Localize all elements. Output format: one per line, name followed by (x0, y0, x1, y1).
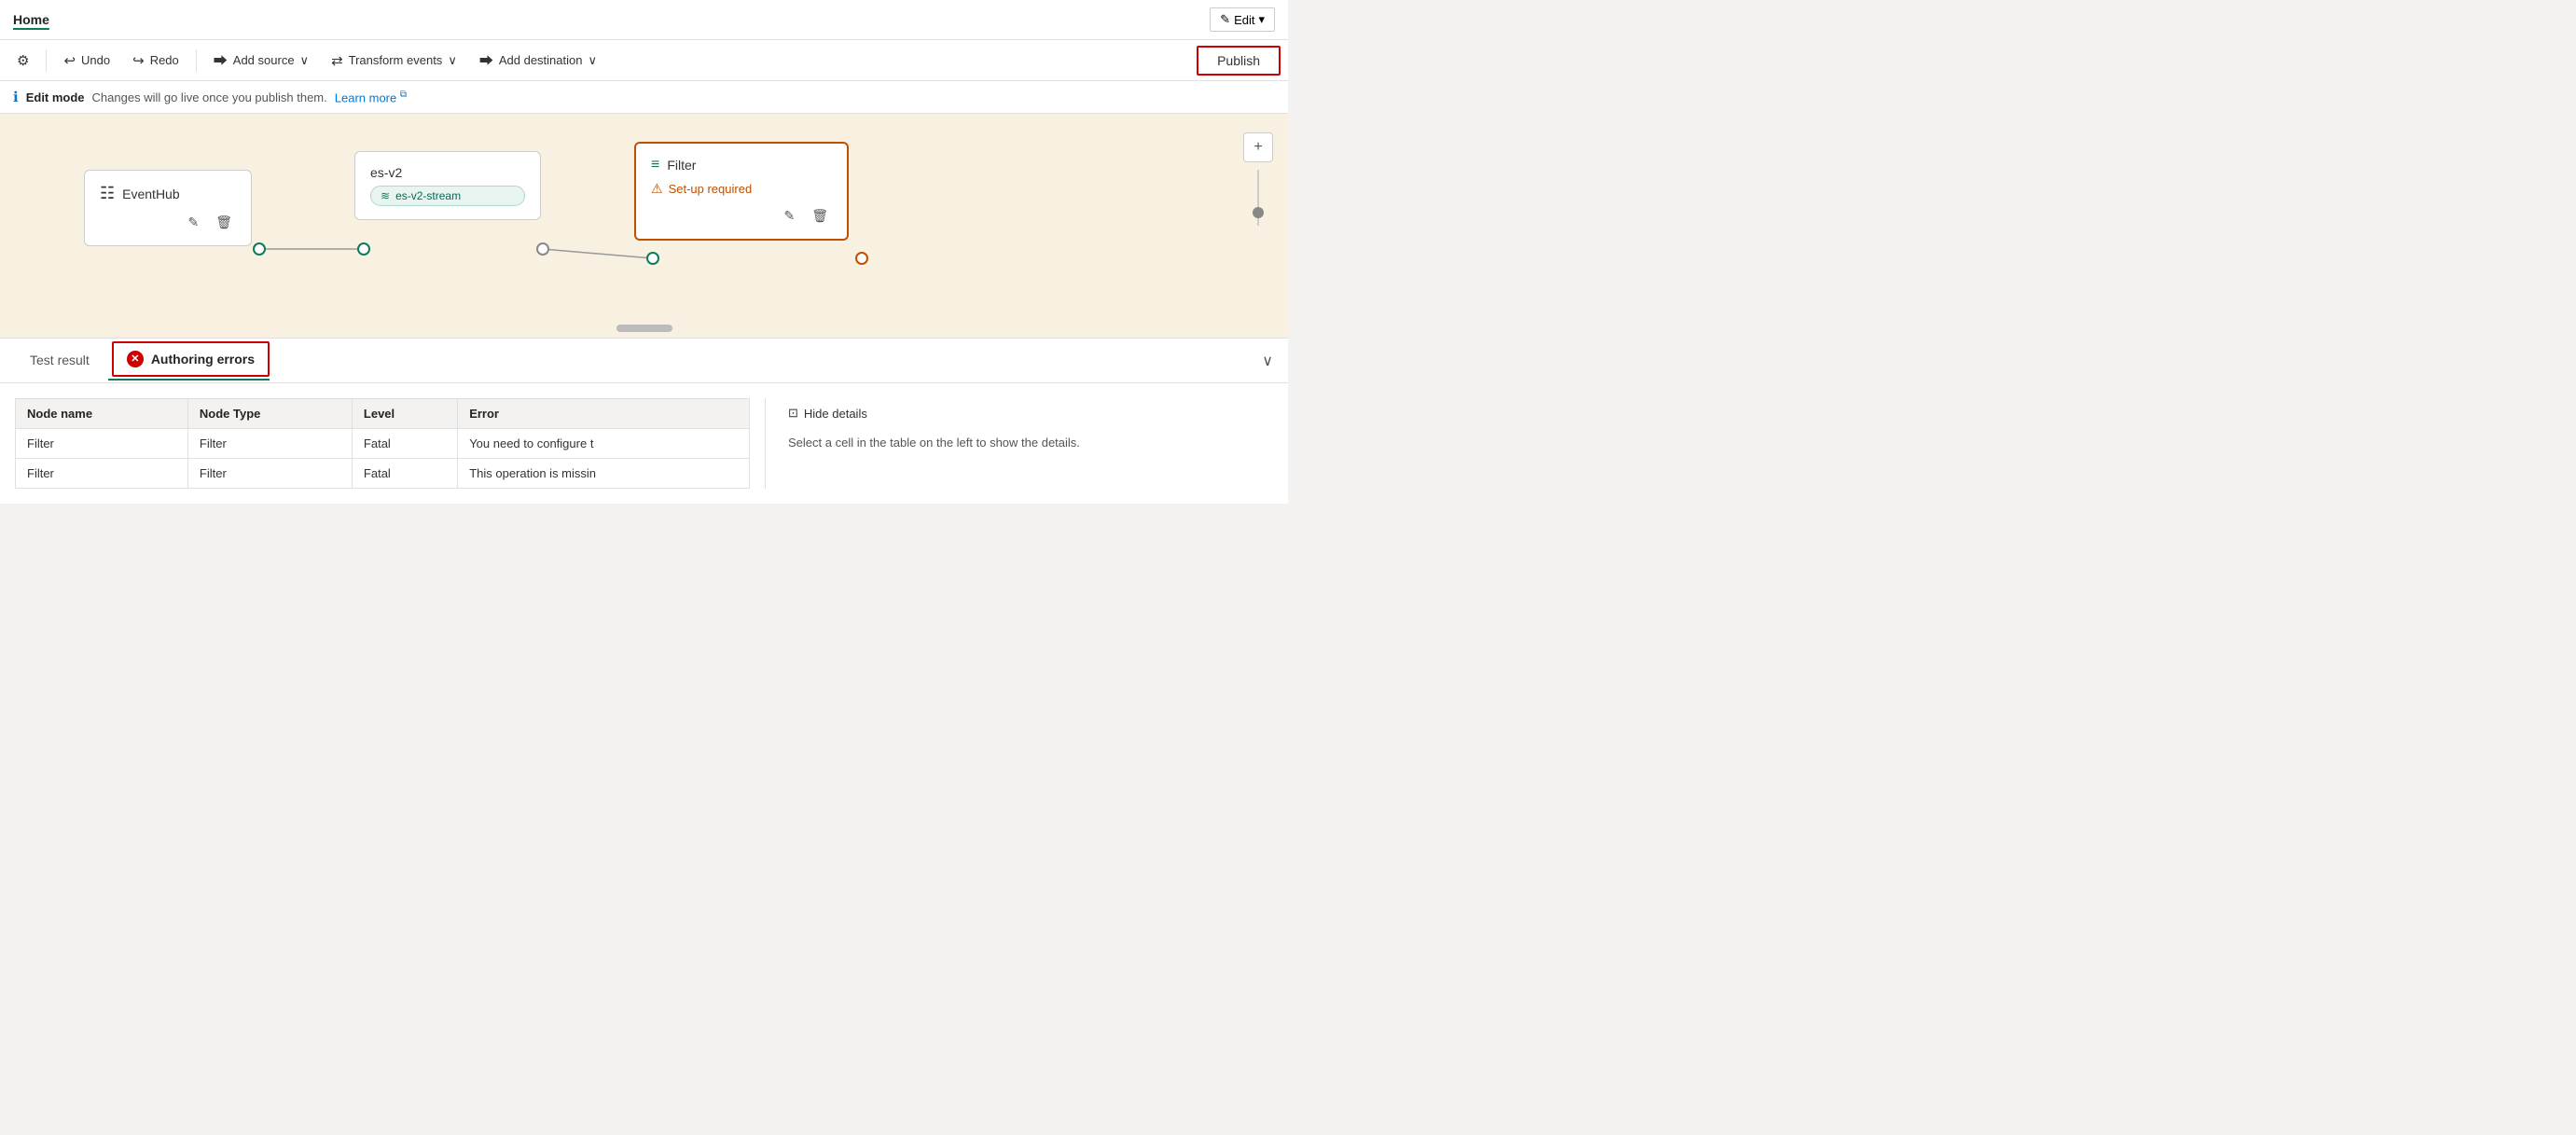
stream-icon: ≋ (381, 189, 390, 202)
col-node-name: Node name (16, 399, 188, 429)
filter-icon: ≡ (651, 157, 659, 173)
collapse-button[interactable]: ∨ (1262, 352, 1273, 370)
authoring-errors-label: Authoring errors (151, 352, 255, 367)
settings-icon: ⚙ (17, 52, 29, 69)
transform-chevron-icon: ∨ (448, 53, 457, 68)
hide-details-label: Hide details (804, 407, 867, 421)
row2-level: Fatal (352, 459, 457, 489)
zoom-controls: + (1243, 132, 1273, 229)
eventhub-actions: ✎ 🗑 (100, 213, 236, 232)
details-message: Select a cell in the table on the left t… (788, 436, 1266, 450)
external-link-icon: ⧉ (400, 90, 407, 100)
add-source-chevron-icon: ∨ (300, 53, 310, 68)
es-node: es-v2 ≋ es-v2-stream (354, 151, 541, 220)
filter-label: Filter (667, 158, 696, 173)
app-title: Home (13, 12, 49, 27)
zoom-in-button[interactable]: + (1243, 132, 1273, 162)
authoring-tab-underline (108, 379, 270, 381)
table-header-row: Node name Node Type Level Error (16, 399, 750, 429)
filter-actions: ✎ 🗑 (651, 206, 832, 226)
add-source-button[interactable]: ⮕ Add source ∨ (204, 45, 318, 76)
bottom-panel: Test result ✕ Authoring errors ∨ Node na… (0, 338, 1288, 504)
learn-more-link[interactable]: Learn more ⧉ (335, 90, 407, 104)
scroll-indicator (616, 325, 672, 332)
test-result-label: Test result (30, 353, 90, 367)
eventhub-title: ☷ EventHub (100, 184, 236, 203)
setup-required-label: Set-up required (669, 182, 753, 196)
info-bar: ℹ Edit mode Changes will go live once yo… (0, 81, 1288, 114)
filter-title: ≡ Filter (651, 157, 832, 173)
row1-node-name: Filter (16, 429, 188, 459)
edit-mode-label: Edit mode (26, 90, 85, 104)
es-title: es-v2 (370, 165, 525, 180)
stream-label: es-v2-stream (395, 189, 461, 202)
es-label: es-v2 (370, 165, 402, 180)
warning-triangle-icon: ⚠ (651, 181, 663, 197)
hide-details-button[interactable]: ⊡ Hide details (788, 406, 867, 421)
edit-button[interactable]: ✎ Edit ▾ (1210, 7, 1275, 32)
info-message: Changes will go live once you publish th… (92, 90, 327, 104)
table-row[interactable]: Filter Filter Fatal This operation is mi… (16, 459, 750, 489)
filter-edit-button[interactable]: ✎ (780, 206, 798, 226)
eventhub-delete-button[interactable]: 🗑 (212, 213, 236, 232)
table-area: Node name Node Type Level Error Filter F… (0, 383, 1288, 504)
eventhub-edit-button[interactable]: ✎ (184, 213, 202, 232)
add-source-icon: ⮕ (214, 50, 228, 70)
header-area: Home ✎ Edit ▾ (0, 0, 1288, 40)
stream-badge: ≋ es-v2-stream (370, 186, 525, 206)
undo-label: Undo (81, 53, 110, 67)
chevron-icon: ▾ (1258, 12, 1265, 27)
add-destination-label: Add destination (499, 53, 583, 67)
toolbar-divider-1 (46, 49, 47, 72)
publish-button[interactable]: Publish (1197, 46, 1281, 76)
canvas: ☷ EventHub ✎ 🗑 es-v2 ≋ es-v2-stream ≡ Fi… (0, 114, 1288, 338)
tab-test-result[interactable]: Test result (15, 341, 104, 381)
redo-label: Redo (150, 53, 179, 67)
row1-error: You need to configure t (458, 429, 750, 459)
details-panel: ⊡ Hide details Select a cell in the tabl… (765, 398, 1288, 489)
eventhub-node: ☷ EventHub ✎ 🗑 (84, 170, 252, 246)
row2-node-name: Filter (16, 459, 188, 489)
row2-node-type: Filter (187, 459, 352, 489)
eventhub-label: EventHub (122, 187, 179, 201)
undo-icon: ↩ (63, 52, 76, 69)
add-destination-chevron-icon: ∨ (588, 53, 597, 68)
eventhub-icon: ☷ (100, 184, 115, 203)
add-destination-icon: ⮕ (479, 50, 493, 70)
transform-events-button[interactable]: ⇄ Transform events ∨ (322, 47, 466, 75)
redo-button[interactable]: ↪ Redo (123, 47, 188, 75)
transform-label: Transform events (349, 53, 443, 67)
toolbar: ⚙ ↩ Undo ↪ Redo ⮕ Add source ∨ ⇄ Transfo… (0, 40, 1288, 81)
col-error: Error (458, 399, 750, 429)
authoring-error-icon: ✕ (127, 351, 144, 367)
zoom-slider-thumb (1253, 207, 1264, 218)
tab-authoring-errors[interactable]: ✕ Authoring errors (112, 341, 270, 377)
redo-icon: ↪ (132, 52, 145, 69)
row1-level: Fatal (352, 429, 457, 459)
transform-icon: ⇄ (331, 52, 343, 69)
col-node-type: Node Type (187, 399, 352, 429)
errors-table: Node name Node Type Level Error Filter F… (0, 398, 765, 489)
filter-node: ≡ Filter ⚠ Set-up required ✎ 🗑 (634, 142, 849, 241)
filter-warning: ⚠ Set-up required (651, 181, 832, 197)
edit-label: Edit (1234, 13, 1254, 27)
row2-error: This operation is missin (458, 459, 750, 489)
authoring-errors-table: Node name Node Type Level Error Filter F… (15, 398, 750, 489)
learn-more-label: Learn more (335, 90, 396, 104)
filter-delete-button[interactable]: 🗑 (808, 206, 832, 226)
toolbar-divider-2 (196, 49, 197, 72)
pencil-icon: ✎ (1220, 12, 1230, 27)
undo-button[interactable]: ↩ Undo (54, 47, 119, 75)
table-row[interactable]: Filter Filter Fatal You need to configur… (16, 429, 750, 459)
settings-button[interactable]: ⚙ (7, 47, 38, 75)
info-icon: ℹ (13, 89, 19, 105)
col-level: Level (352, 399, 457, 429)
tab-bar: Test result ✕ Authoring errors ∨ (0, 339, 1288, 383)
add-source-label: Add source (233, 53, 295, 67)
row1-node-type: Filter (187, 429, 352, 459)
hide-details-icon: ⊡ (788, 406, 798, 421)
add-destination-button[interactable]: ⮕ Add destination ∨ (470, 45, 606, 76)
zoom-slider-track (1257, 170, 1259, 226)
